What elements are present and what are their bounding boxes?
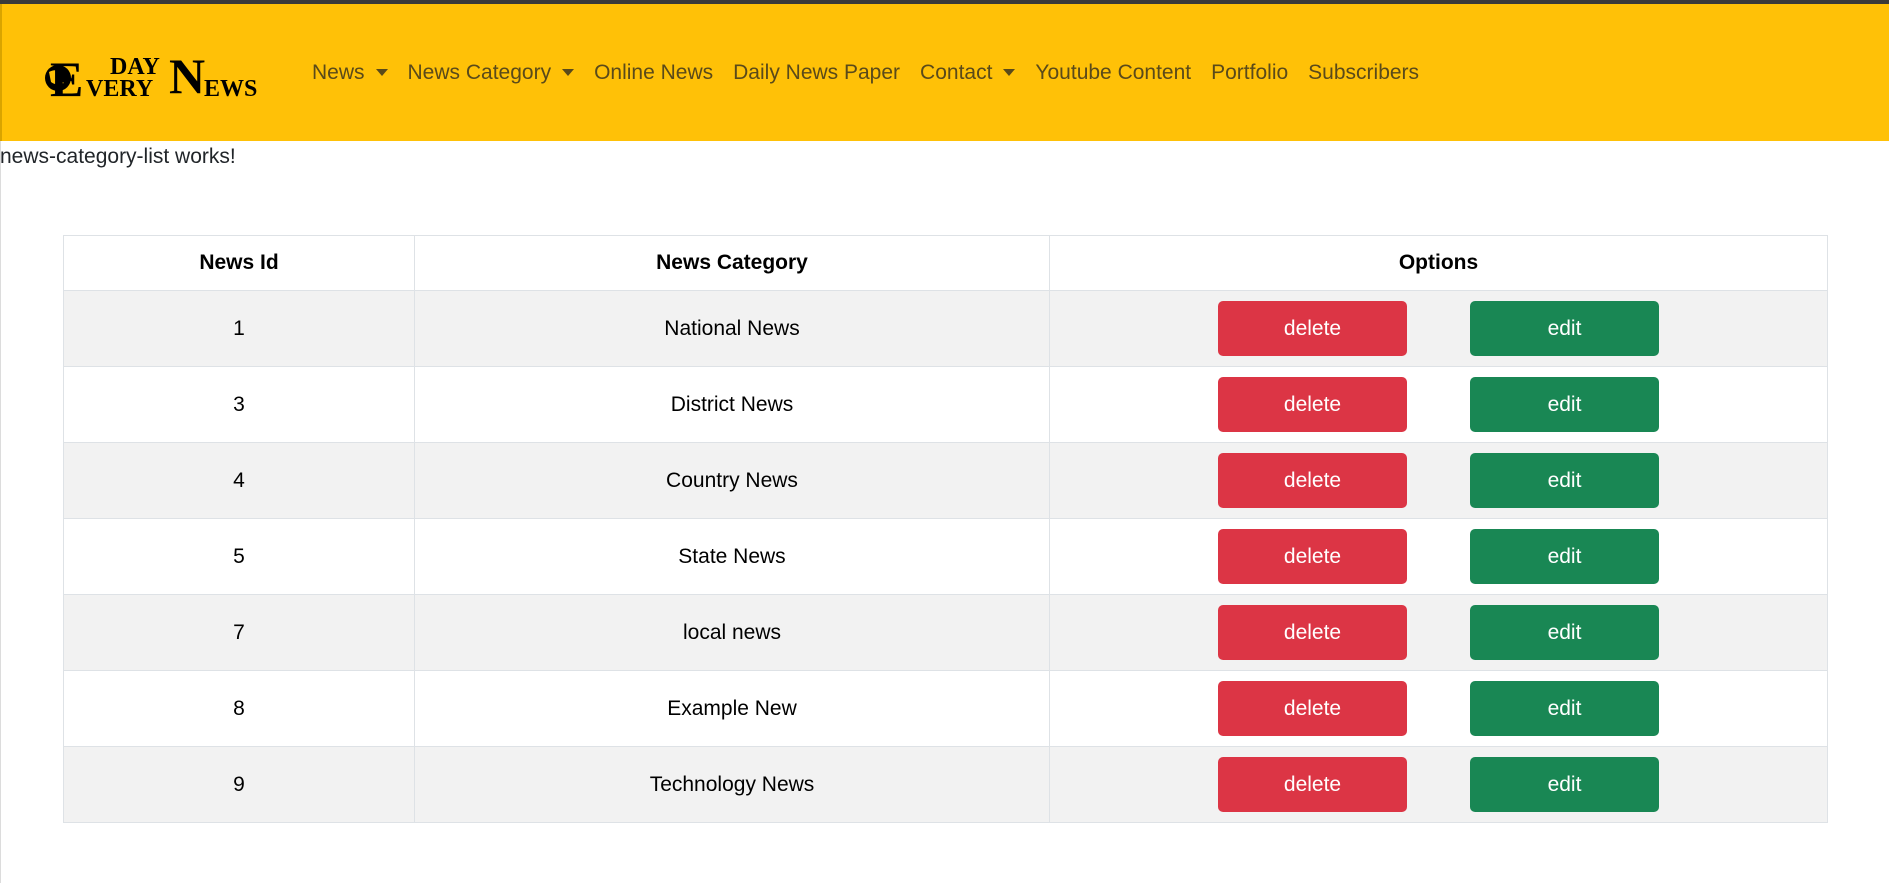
cell-options: delete edit (1049, 518, 1828, 595)
table-row: 1 National News delete edit (63, 290, 1828, 367)
cell-news-category: local news (414, 594, 1050, 671)
column-header-news-category: News Category (414, 235, 1050, 291)
logo-letter-n: N (169, 48, 205, 104)
column-header-options: Options (1049, 235, 1828, 291)
nav-item-label: Daily News Paper (733, 60, 901, 84)
cell-options: delete edit (1049, 366, 1828, 443)
edit-button[interactable]: edit (1470, 681, 1659, 736)
cell-news-id: 1 (63, 290, 415, 367)
cell-news-category: District News (414, 366, 1050, 443)
cell-options: delete edit (1049, 290, 1828, 367)
cell-news-category: State News (414, 518, 1050, 595)
nav-item-label: Portfolio (1211, 60, 1289, 84)
delete-button[interactable]: delete (1218, 757, 1407, 812)
cell-options: delete edit (1049, 670, 1828, 747)
nav-item-label: Online News (594, 60, 714, 84)
table-row: 3 District News delete edit (63, 366, 1828, 443)
caret-down-icon (375, 69, 388, 76)
edit-button[interactable]: edit (1470, 453, 1659, 508)
nav-menu: News News Category Online News Daily New… (302, 4, 1429, 141)
cell-news-id: 8 (63, 670, 415, 747)
edit-button[interactable]: edit (1470, 377, 1659, 432)
delete-button[interactable]: delete (1218, 605, 1407, 660)
delete-button[interactable]: delete (1218, 377, 1407, 432)
nav-item-portfolio[interactable]: Portfolio (1201, 53, 1298, 93)
delete-button[interactable]: delete (1218, 453, 1407, 508)
cell-options: delete edit (1049, 746, 1828, 823)
table-row: 8 Example New delete edit (63, 670, 1828, 747)
cell-options: delete edit (1049, 594, 1828, 671)
nav-item-label: Youtube Content (1035, 60, 1192, 84)
nav-item-daily-news-paper[interactable]: Daily News Paper (723, 53, 910, 93)
cell-options: delete edit (1049, 442, 1828, 519)
cell-news-id: 3 (63, 366, 415, 443)
delete-button[interactable]: delete (1218, 529, 1407, 584)
edit-button[interactable]: edit (1470, 529, 1659, 584)
table-row: 7 local news delete edit (63, 594, 1828, 671)
nav-item-contact[interactable]: Contact (910, 53, 1025, 93)
brand-logo[interactable]: E DAY VERY N EWS (44, 46, 259, 107)
edit-button[interactable]: edit (1470, 605, 1659, 660)
component-works-text: news-category-list works! (0, 145, 236, 168)
cell-news-id: 5 (63, 518, 415, 595)
delete-button[interactable]: delete (1218, 301, 1407, 356)
news-category-table: News Id News Category Options 1 National… (63, 235, 1828, 823)
nav-item-news-category[interactable]: News Category (398, 53, 585, 93)
logo-word-very: VERY (86, 76, 153, 102)
table-row: 5 State News delete edit (63, 518, 1828, 595)
delete-button[interactable]: delete (1218, 681, 1407, 736)
nav-item-news[interactable]: News (302, 53, 398, 93)
edit-button[interactable]: edit (1470, 301, 1659, 356)
every-day-news-logo-icon: E DAY VERY N EWS (45, 48, 257, 107)
logo-letter-e: E (50, 51, 83, 104)
nav-item-subscribers[interactable]: Subscribers (1298, 53, 1429, 93)
nav-item-youtube-content[interactable]: Youtube Content (1025, 53, 1201, 93)
cell-news-id: 4 (63, 442, 415, 519)
caret-down-icon (562, 69, 575, 76)
cell-news-category: National News (414, 290, 1050, 367)
cell-news-id: 7 (63, 594, 415, 671)
table-row: 9 Technology News delete edit (63, 746, 1828, 823)
cell-news-id: 9 (63, 746, 415, 823)
table-header-row: News Id News Category Options (63, 235, 1828, 291)
nav-item-label: Subscribers (1308, 60, 1420, 84)
nav-item-online-news[interactable]: Online News (584, 53, 723, 93)
edit-button[interactable]: edit (1470, 757, 1659, 812)
navbar: E DAY VERY N EWS News News Category Onli… (0, 4, 1889, 141)
logo-word-ews: EWS (204, 76, 257, 102)
cell-news-category: Example New (414, 670, 1050, 747)
caret-down-icon (1003, 69, 1016, 76)
nav-item-label: Contact (920, 60, 993, 84)
left-border (0, 141, 1, 883)
cell-news-category: Country News (414, 442, 1050, 519)
table-row: 4 Country News delete edit (63, 442, 1828, 519)
cell-news-category: Technology News (414, 746, 1050, 823)
column-header-news-id: News Id (63, 235, 415, 291)
nav-item-label: News Category (407, 60, 552, 84)
nav-item-label: News (312, 60, 365, 84)
